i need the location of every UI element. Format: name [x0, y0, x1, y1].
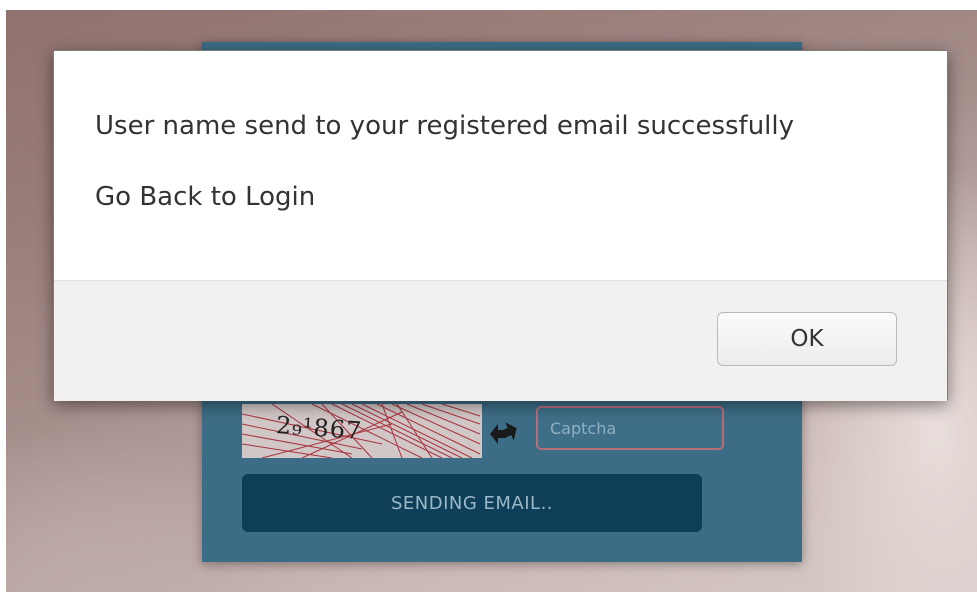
dialog-message: User name send to your registered email … [95, 111, 795, 141]
go-back-to-login-text: Go Back to Login [95, 182, 316, 212]
captcha-image: 2₉¹867 [242, 404, 482, 458]
alert-dialog: User name send to your registered email … [53, 50, 948, 401]
captcha-input[interactable] [536, 406, 724, 450]
screen: 2₉¹867 SENDING EMAIL.. User name send to… [0, 0, 977, 592]
captcha-code: 2₉¹867 [275, 411, 364, 445]
ok-button[interactable]: OK [717, 312, 897, 366]
dialog-body: User name send to your registered email … [54, 51, 947, 280]
dialog-footer: OK [54, 280, 947, 401]
refresh-icon[interactable] [486, 416, 522, 452]
send-email-button[interactable]: SENDING EMAIL.. [242, 474, 702, 532]
